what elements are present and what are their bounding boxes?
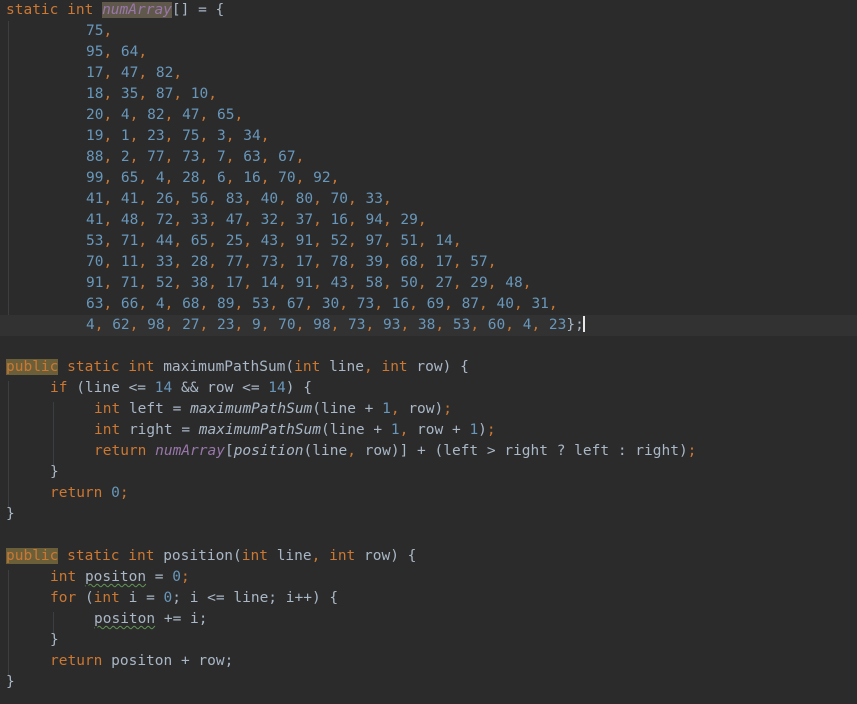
blank-line[interactable] [0, 336, 857, 357]
return-expression: positon + row; [111, 653, 234, 669]
array-row[interactable]: 91, 71, 52, 38, 17, 14, 91, 43, 58, 50, … [0, 273, 857, 294]
array-row[interactable]: 17, 47, 82, [0, 63, 857, 84]
array-values: 4, 62, 98, 27, 23, 9, 70, 98, 73, 93, 38… [86, 317, 567, 333]
keyword-return: return [94, 443, 147, 459]
array-row[interactable]: 41, 41, 26, 56, 83, 40, 80, 70, 33, [0, 189, 857, 210]
method-call-maximumpathsum[interactable]: maximumPathSum [190, 401, 312, 417]
code-line-declaration[interactable]: static int numArray[] = { [0, 0, 857, 21]
assign-op: = [146, 569, 173, 585]
array-values: 41, 41, 26, 56, 83, 40, 80, 70, 33, [86, 191, 392, 207]
literal-zero: 0 [111, 485, 120, 501]
semicolon: ; [119, 485, 129, 501]
keyword-return: return [50, 653, 103, 669]
array-values: 99, 65, 4, 28, 6, 16, 70, 92, [86, 170, 340, 186]
keyword-for: for [50, 590, 77, 606]
array-row[interactable]: 19, 1, 23, 75, 3, 34, [0, 126, 857, 147]
call-args: (line + 1, row); [312, 401, 452, 417]
array-row[interactable]: 41, 48, 72, 33, 47, 32, 37, 16, 94, 29, [0, 210, 857, 231]
keyword-public-highlighted[interactable]: public [6, 359, 59, 375]
literal-zero: 0 [163, 590, 173, 606]
variable-positon[interactable]: positon [85, 569, 146, 585]
array-row[interactable]: 99, 65, 4, 28, 6, 16, 70, 92, [0, 168, 857, 189]
method-call-position[interactable]: position [234, 443, 304, 459]
for-cond-incr: ; i <= line; i++) { [172, 590, 339, 606]
array-values: 75, [86, 23, 113, 39]
decl-right[interactable]: int right = maximumPathSum(line + 1, row… [0, 420, 857, 441]
array-values: 18, 35, 87, 10, [86, 86, 218, 102]
array-values: 19, 1, 23, 75, 3, 34, [86, 128, 270, 144]
array-row[interactable]: 95, 64, [0, 42, 857, 63]
return-positon[interactable]: return positon + row; [0, 651, 857, 672]
array-values: 41, 48, 72, 33, 47, 32, 37, 16, 94, 29, [86, 212, 427, 228]
semicolon: ; [180, 569, 190, 585]
array-values: 17, 47, 82, [86, 65, 183, 81]
literal-zero: 0 [172, 569, 181, 585]
field-reference-numarray[interactable]: numArray [155, 443, 225, 459]
keyword-if: if [50, 380, 68, 396]
array-row[interactable]: 75, [0, 21, 857, 42]
keyword-static: static [6, 2, 59, 18]
array-row[interactable]: 53, 71, 44, 65, 25, 43, 91, 52, 97, 51, … [0, 231, 857, 252]
array-values: 88, 2, 77, 73, 7, 63, 67, [86, 149, 305, 165]
field-numarray-highlighted[interactable]: numArray [102, 2, 172, 18]
array-values: 20, 4, 82, 47, 65, [86, 107, 244, 123]
decl-left[interactable]: int left = maximumPathSum(line + 1, row)… [0, 399, 857, 420]
array-values: 53, 71, 44, 65, 25, 43, 91, 52, 97, 51, … [86, 233, 462, 249]
keyword-public-highlighted[interactable]: public [6, 548, 59, 564]
array-values: 91, 71, 52, 38, 17, 14, 91, 43, 58, 50, … [86, 275, 532, 291]
array-values: 95, 64, [86, 44, 148, 60]
keyword-int: int [94, 401, 121, 417]
return-zero[interactable]: return 0; [0, 483, 857, 504]
array-values: 63, 66, 4, 68, 89, 53, 67, 30, 73, 16, 6… [86, 296, 558, 312]
for-body-accumulate[interactable]: positon += i; [0, 609, 857, 630]
keyword-int: int [128, 548, 155, 564]
var-declaration-positon[interactable]: int positon = 0; [0, 567, 857, 588]
accumulate-op: += i; [155, 611, 208, 627]
array-row[interactable]: 20, 4, 82, 47, 65, [0, 105, 857, 126]
keyword-int: int [50, 569, 77, 585]
return-expression-tail: (line, row)] + (left > right ? left : ri… [303, 443, 697, 459]
method-name-maximumpathsum[interactable]: maximumPathSum [163, 359, 285, 375]
close-for-brace[interactable]: } [0, 630, 857, 651]
text-caret [582, 316, 585, 332]
for-loop[interactable]: for (int i = 0; i <= line; i++) { [0, 588, 857, 609]
method-call-maximumpathsum[interactable]: maximumPathSum [199, 422, 321, 438]
call-args: (line + 1, row + 1); [321, 422, 496, 438]
close-if-brace[interactable]: } [0, 462, 857, 483]
var-right: right [128, 422, 173, 438]
close-method-brace[interactable]: } [0, 504, 857, 525]
var-left: left [128, 401, 164, 417]
if-statement[interactable]: if (line <= 14 && row <= 14) { [0, 378, 857, 399]
keyword-static: static [67, 359, 120, 375]
keyword-int: int [67, 2, 94, 18]
method-params: (int line, int row) { [233, 548, 417, 564]
array-values: 70, 11, 33, 28, 77, 73, 17, 78, 39, 68, … [86, 254, 497, 270]
array-row[interactable]: 70, 11, 33, 28, 77, 73, 17, 78, 39, 68, … [0, 252, 857, 273]
keyword-int: int [93, 590, 120, 606]
method-name-position[interactable]: position [163, 548, 233, 564]
array-brackets-open: [] = { [171, 2, 225, 18]
for-open-paren: ( [84, 590, 94, 606]
array-row-last-current-line[interactable]: 4, 62, 98, 27, 23, 9, 70, 98, 73, 93, 38… [0, 315, 857, 336]
blank-line[interactable] [0, 525, 857, 546]
for-init: i = [119, 590, 164, 606]
close-method-brace[interactable]: } [0, 672, 857, 693]
method-signature-maximumpathsum[interactable]: public static int maximumPathSum(int lin… [0, 357, 857, 378]
keyword-return: return [50, 485, 103, 501]
variable-positon[interactable]: positon [94, 611, 155, 627]
code-content[interactable]: static int numArray[] = { 75, 95, 64, 17… [0, 0, 857, 693]
keyword-int: int [94, 422, 121, 438]
array-row[interactable]: 18, 35, 87, 10, [0, 84, 857, 105]
code-editor[interactable]: static int numArray[] = { 75, 95, 64, 17… [0, 0, 857, 704]
array-row[interactable]: 63, 66, 4, 68, 89, 53, 67, 30, 73, 16, 6… [0, 294, 857, 315]
array-close-brace: }; [566, 317, 584, 333]
if-condition: (line <= 14 && row <= 14) { [76, 380, 312, 396]
array-row[interactable]: 88, 2, 77, 73, 7, 63, 67, [0, 147, 857, 168]
keyword-int: int [128, 359, 155, 375]
return-statement-max[interactable]: return numArray[position(line, row)] + (… [0, 441, 857, 462]
method-params: (int line, int row) { [285, 359, 469, 375]
method-signature-position[interactable]: public static int position(int line, int… [0, 546, 857, 567]
keyword-static: static [67, 548, 120, 564]
